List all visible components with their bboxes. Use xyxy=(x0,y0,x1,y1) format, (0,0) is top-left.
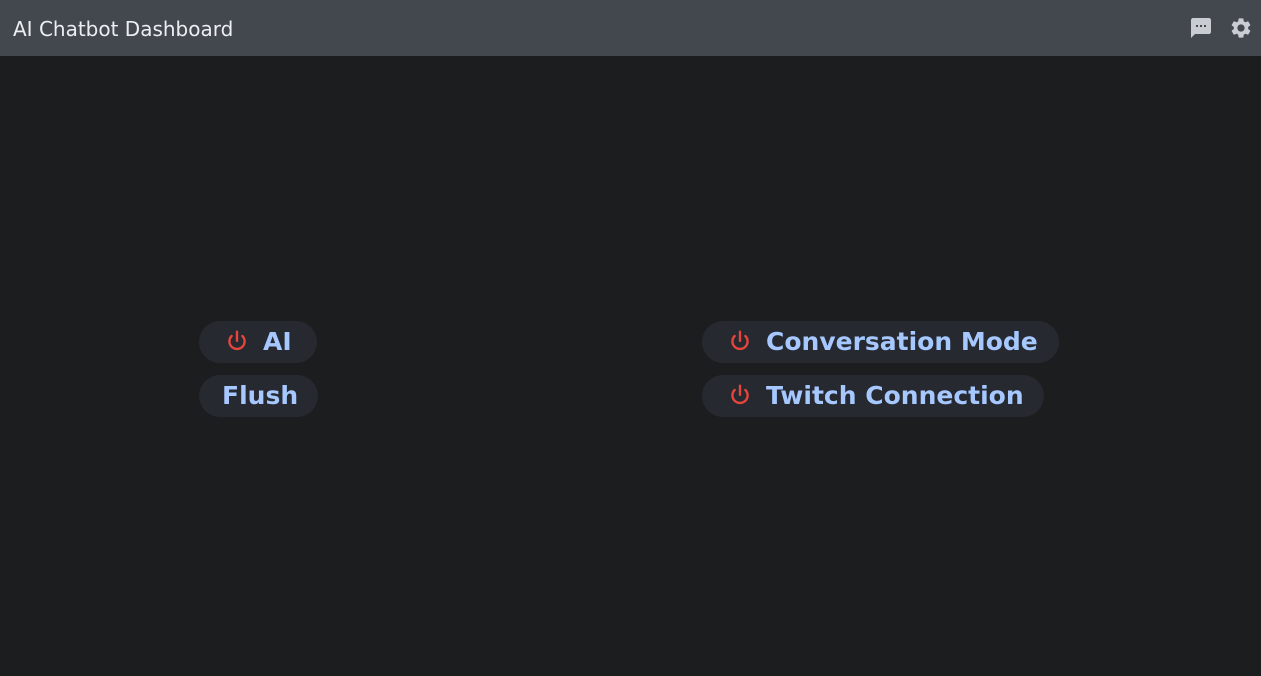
dashboard-app: AI Chatbot Dashboard AI Flush Conversati… xyxy=(0,0,1261,676)
twitch-connection-toggle-button[interactable]: Twitch Connection xyxy=(702,375,1044,417)
ai-toggle-label: AI xyxy=(263,327,292,356)
top-app-bar: AI Chatbot Dashboard xyxy=(0,0,1261,56)
chat-icon xyxy=(1191,18,1211,38)
page-title: AI Chatbot Dashboard xyxy=(13,17,234,41)
chat-button[interactable] xyxy=(1188,15,1214,41)
settings-button[interactable] xyxy=(1228,15,1254,41)
flush-button[interactable]: Flush xyxy=(199,375,318,417)
gear-icon xyxy=(1231,18,1251,38)
power-icon xyxy=(223,328,251,356)
ai-toggle-button[interactable]: AI xyxy=(199,321,317,363)
conversation-mode-toggle-button[interactable]: Conversation Mode xyxy=(702,321,1059,363)
flush-label: Flush xyxy=(222,381,299,410)
conversation-mode-label: Conversation Mode xyxy=(766,327,1038,356)
power-icon xyxy=(726,328,754,356)
twitch-connection-label: Twitch Connection xyxy=(766,381,1024,410)
power-icon xyxy=(726,382,754,410)
